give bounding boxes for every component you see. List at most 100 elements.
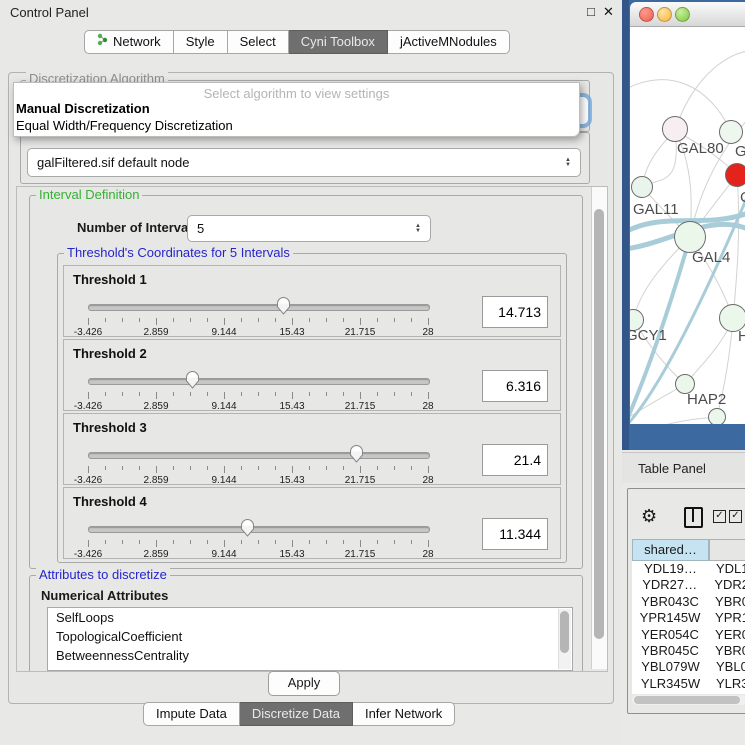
tab-label: jActiveMNodules <box>400 31 497 53</box>
threshold-value-field[interactable]: 11.344 <box>482 518 548 550</box>
cell-name[interactable]: YLR3 <box>709 676 745 692</box>
float-window-icon[interactable]: □ <box>587 4 595 19</box>
table-row[interactable]: YIL052CYIL0 <box>632 692 745 694</box>
attributes-scrollbar[interactable] <box>558 609 571 669</box>
table-horizontal-scrollbar[interactable] <box>632 695 745 705</box>
column-header-shared-name[interactable]: shared… <box>632 539 709 561</box>
network-node[interactable] <box>662 116 688 142</box>
tick-label: -3.426 <box>74 549 102 560</box>
threshold-slider[interactable]: -3.4262.8599.14415.4321.71528 <box>88 300 428 330</box>
slider-track[interactable] <box>88 452 430 459</box>
gear-icon[interactable]: ⚙ <box>641 506 657 527</box>
settings-scrollbar[interactable] <box>591 187 607 669</box>
slider-track[interactable] <box>88 304 430 311</box>
cell-shared-name[interactable]: YBL079W <box>632 659 709 675</box>
top-tab-bar: Network Style Select Cyni Toolbox jActiv… <box>84 30 510 54</box>
tick-mark <box>122 318 123 322</box>
tab-select[interactable]: Select <box>228 30 289 54</box>
threshold-value-field[interactable]: 6.316 <box>482 370 548 402</box>
tab-label: Style <box>186 31 215 53</box>
slider-track[interactable] <box>88 526 430 533</box>
table-row[interactable]: YDL19…YDL1 <box>632 561 745 577</box>
tick-mark <box>241 318 242 322</box>
slider-thumb[interactable] <box>185 370 200 389</box>
attribute-item[interactable]: TopologicalCoefficient <box>48 627 572 646</box>
cell-shared-name[interactable]: YIL052C <box>632 692 709 694</box>
cell-shared-name[interactable]: YER054C <box>632 627 708 643</box>
tab-jactivemnodules[interactable]: jActiveMNodules <box>388 30 510 54</box>
threshold-slider[interactable]: -3.4262.8599.14415.4321.71528 <box>88 374 428 404</box>
column-header-name[interactable]: n <box>709 539 745 561</box>
minimize-traffic-icon[interactable] <box>657 7 672 22</box>
tick-mark <box>377 466 378 470</box>
cell-shared-name[interactable]: YBR043C <box>632 594 708 610</box>
close-traffic-icon[interactable] <box>639 7 654 22</box>
cell-shared-name[interactable]: YDR27… <box>632 577 707 593</box>
tab-infer-network[interactable]: Infer Network <box>353 702 455 726</box>
tick-mark <box>190 466 191 470</box>
tab-cyni-toolbox[interactable]: Cyni Toolbox <box>289 30 388 54</box>
close-icon[interactable]: ✕ <box>603 4 614 20</box>
slider-thumb[interactable] <box>240 518 255 537</box>
table-row[interactable]: YBR045CYBR0 <box>632 643 745 659</box>
tick-mark <box>105 466 106 470</box>
table-row[interactable]: YDR27…YDR2 <box>632 577 745 593</box>
attribute-item[interactable]: BetweennessCentrality <box>48 646 572 665</box>
table-row[interactable]: YBR043CYBR0 <box>632 594 745 610</box>
slider-track[interactable] <box>88 378 430 385</box>
table-row[interactable]: YPR145WYPR1 <box>632 610 745 626</box>
tab-impute-data[interactable]: Impute Data <box>143 702 240 726</box>
table-data-combobox[interactable]: galFiltered.sif default node ▲▼ <box>27 148 581 177</box>
table-row[interactable]: YER054CYER0 <box>632 627 745 643</box>
tab-network[interactable]: Network <box>84 30 174 54</box>
zoom-traffic-icon[interactable] <box>675 7 690 22</box>
cell-shared-name[interactable]: YLR345W <box>632 676 709 692</box>
tick-mark <box>156 392 157 399</box>
table-row[interactable]: YLR345WYLR3 <box>632 676 745 692</box>
tab-discretize-data[interactable]: Discretize Data <box>240 702 353 726</box>
cell-shared-name[interactable]: YDL19… <box>632 561 709 577</box>
tick-label: 9.144 <box>211 549 236 560</box>
slider-thumb[interactable] <box>276 296 291 315</box>
cell-name[interactable]: YBR0 <box>708 594 745 610</box>
tick-mark <box>122 466 123 470</box>
threshold-value-field[interactable]: 14.713 <box>482 296 548 328</box>
cell-shared-name[interactable]: YPR145W <box>632 610 708 626</box>
cell-name[interactable]: YBL0 <box>709 659 745 675</box>
attribute-item[interactable]: SelfLoops <box>48 608 572 627</box>
tick-mark <box>360 540 361 547</box>
cell-name[interactable]: YIL0 <box>709 692 743 694</box>
cell-name[interactable]: YPR1 <box>708 610 745 626</box>
threshold-slider[interactable]: -3.4262.8599.14415.4321.71528 <box>88 448 428 478</box>
cell-name[interactable]: YDR2 <box>707 577 745 593</box>
table-row[interactable]: YBL079WYBL0 <box>632 659 745 675</box>
popup-item-equal-width[interactable]: Equal Width/Frequency Discretization <box>16 118 233 133</box>
network-node-label: GAL4 <box>692 249 730 266</box>
network-node[interactable] <box>725 163 745 187</box>
tick-mark <box>411 466 412 470</box>
cell-name[interactable]: YBR0 <box>708 643 745 659</box>
cell-shared-name[interactable]: YBR045C <box>632 643 708 659</box>
checkbox-icon[interactable]: ✓ <box>729 510 742 523</box>
network-node[interactable] <box>719 120 743 144</box>
checkbox-icon[interactable]: ✓ <box>713 510 726 523</box>
threshold-slider[interactable]: -3.4262.8599.14415.4321.71528 <box>88 522 428 552</box>
num-intervals-combobox[interactable]: 5 ▲▼ <box>187 215 431 242</box>
network-node-label: GAL80 <box>677 140 724 157</box>
network-node[interactable] <box>631 176 653 198</box>
threshold-value-field[interactable]: 21.4 <box>482 444 548 476</box>
network-window-titlebar[interactable] <box>630 2 745 27</box>
cell-name[interactable]: YDL1 <box>709 561 745 577</box>
slider-thumb[interactable] <box>349 444 364 463</box>
thresholds-container: Threshold 1-3.4262.8599.14415.4321.71528… <box>57 253 565 561</box>
cell-name[interactable]: YER0 <box>708 627 745 643</box>
network-canvas[interactable]: GAL80GACGAL11GAL4GCY1HHAP2 <box>630 27 745 424</box>
tick-label: -3.426 <box>74 475 102 486</box>
network-node[interactable] <box>708 408 726 424</box>
column-view-icon[interactable] <box>684 507 703 528</box>
apply-button[interactable]: Apply <box>268 671 340 696</box>
table-panel-titlebar: Table Panel <box>622 452 745 485</box>
tab-style[interactable]: Style <box>174 30 228 54</box>
tick-label: 2.859 <box>143 401 168 412</box>
popup-item-manual[interactable]: Manual Discretization <box>16 101 150 116</box>
